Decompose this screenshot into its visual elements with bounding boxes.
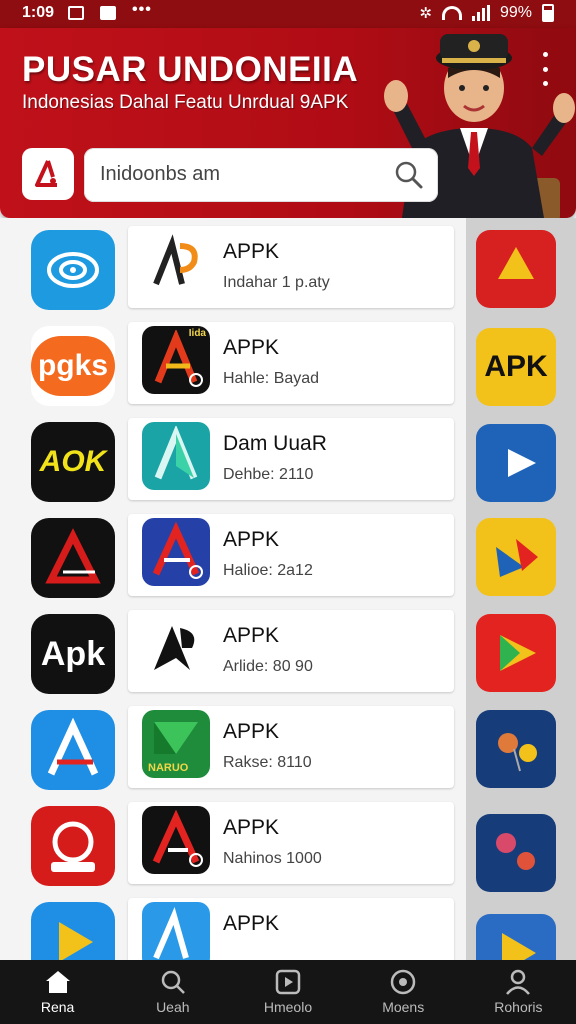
app-icon-red-badge[interactable] — [31, 806, 115, 886]
app-icon-ap-orange — [142, 230, 210, 298]
mail-icon — [100, 6, 116, 20]
app-meta: Hahle: Bayad — [223, 370, 320, 387]
image-icon — [68, 6, 84, 20]
app-card[interactable]: APPK Arlide: 80 90 — [128, 610, 454, 692]
aok-text: AOK — [39, 445, 107, 478]
nav-video-label: Hmeolo — [263, 999, 313, 1015]
app-icon-a-teal — [142, 422, 210, 490]
nav-profile-label: Rohoris — [494, 999, 543, 1015]
list-item[interactable]: Apk APPK Arlide: 80 90 — [0, 602, 466, 698]
side-app-icon[interactable] — [476, 710, 556, 788]
side-app-icon[interactable] — [476, 424, 556, 502]
nav-discover-label: Moens — [382, 999, 425, 1015]
signal-icon — [471, 5, 490, 21]
list-item[interactable]: pgks Iida APPK Hahle: Bayad — [0, 314, 466, 410]
app-meta: Rakse: 8110 — [223, 754, 312, 771]
nav-search-label: Ueah — [156, 999, 190, 1015]
nav-video[interactable]: Hmeolo — [230, 960, 345, 1024]
app-icon-pgks[interactable]: pgks — [31, 326, 115, 406]
app-card[interactable]: Dam UuaR Dehbe: 2110 — [128, 418, 454, 500]
list-item[interactable]: NARUO APPK Rakse: 8110 — [0, 698, 466, 794]
pgks-text: pgks — [31, 336, 115, 396]
list-item[interactable]: APPK Nahinos 1000 — [0, 794, 466, 890]
app-card[interactable]: APPK Halioe: 2a12 — [128, 514, 454, 596]
app-icon-apk-white[interactable]: Apk — [31, 614, 115, 694]
app-name: Dam UuaR — [223, 432, 327, 455]
side-app-column: APK — [466, 218, 576, 992]
list-item[interactable]: APPK Halioe: 2a12 — [0, 506, 466, 602]
app-card[interactable]: Iida APPK Hahle: Bayad — [128, 322, 454, 404]
app-icon-ap-black — [142, 614, 210, 682]
search-icon — [161, 970, 185, 994]
status-dots: ••• — [132, 1, 152, 18]
app-meta: Dehbe: 2110 — [223, 466, 314, 483]
apk-text: Apk — [40, 634, 106, 673]
app-logo-icon — [35, 160, 57, 187]
search-icon[interactable] — [394, 160, 424, 190]
battery-percent: 99% — [499, 4, 532, 21]
battery-icon — [542, 4, 554, 22]
app-card[interactable]: APPK Indahar 1 p.aty — [128, 226, 454, 308]
nav-home-label: Rena — [40, 999, 75, 1015]
compass-icon — [390, 969, 416, 995]
app-icon-a-blue[interactable] — [31, 710, 115, 790]
app-icon-aok[interactable]: AOK — [31, 422, 115, 502]
kebab-menu-icon[interactable] — [537, 52, 553, 86]
side-app-icon[interactable]: APK — [476, 328, 556, 406]
app-name: APPK — [223, 624, 280, 647]
app-name: APPK — [223, 720, 280, 743]
wifi-icon — [441, 6, 462, 20]
app-icon-a-red-black[interactable] — [31, 518, 115, 598]
list-item[interactable]: APPK Indahar 1 p.aty — [0, 218, 466, 314]
app-meta: Halioe: 2a12 — [223, 562, 313, 579]
side-app-icon[interactable] — [476, 230, 556, 308]
profile-icon — [506, 969, 531, 995]
page-subtitle: Indonesias Dahal Featu Unrdual 9APK — [22, 92, 349, 113]
nav-discover[interactable]: Moens — [346, 960, 461, 1024]
app-name: APPK — [223, 336, 280, 359]
vibrate-icon: ✲ — [419, 5, 432, 22]
nav-search[interactable]: Ueah — [115, 960, 230, 1024]
app-meta: Indahar 1 p.aty — [223, 274, 330, 291]
app-name: APPK — [223, 528, 280, 551]
side-apk-text: APK — [484, 350, 548, 383]
app-name: APPK — [223, 912, 280, 935]
app-card[interactable]: NARUO APPK Rakse: 8110 — [128, 706, 454, 788]
nav-home[interactable]: Rena — [0, 960, 115, 1024]
app-icon-a-black-red — [142, 806, 210, 874]
app-icon-a-blue-red — [142, 518, 210, 586]
app-logo[interactable] — [22, 148, 74, 200]
badge-text: Iida — [188, 328, 206, 339]
search-value: Inidoonbs am — [100, 163, 221, 185]
app-name: APPK — [223, 816, 280, 839]
app-icon-naruo: NARUO — [142, 710, 210, 778]
app-meta: Arlide: 80 90 — [223, 658, 313, 675]
app-list: APPK Indahar 1 p.aty pgks Iida APPK Hahl… — [0, 218, 466, 982]
page-title: PUSAR UNDONEIIA — [22, 50, 359, 89]
bottom-navigation: Rena Ueah Hmeolo Moens Rohoris — [0, 960, 576, 1024]
app-meta: Nahinos 1000 — [223, 850, 322, 867]
status-bar: 1:09 ••• ✲ 99% — [0, 0, 576, 28]
status-time: 1:09 — [22, 4, 55, 21]
header-banner: PUSAR UNDONEIIA Indonesias Dahal Featu U… — [0, 28, 576, 218]
video-icon — [275, 969, 301, 995]
search-input[interactable]: Inidoonbs am — [84, 148, 438, 202]
side-app-icon[interactable] — [476, 614, 556, 692]
list-item[interactable]: AOK Dam UuaR Dehbe: 2110 — [0, 410, 466, 506]
app-icon-blue-swirl[interactable] — [31, 230, 115, 310]
side-app-icon[interactable] — [476, 814, 556, 892]
app-icon-a-red: Iida — [142, 326, 210, 394]
nav-profile[interactable]: Rohoris — [461, 960, 576, 1024]
naruo-label: NARUO — [148, 762, 189, 774]
app-card[interactable]: APPK Nahinos 1000 — [128, 802, 454, 884]
home-icon — [45, 971, 70, 993]
app-name: APPK — [223, 240, 280, 263]
side-app-icon[interactable] — [476, 518, 556, 596]
